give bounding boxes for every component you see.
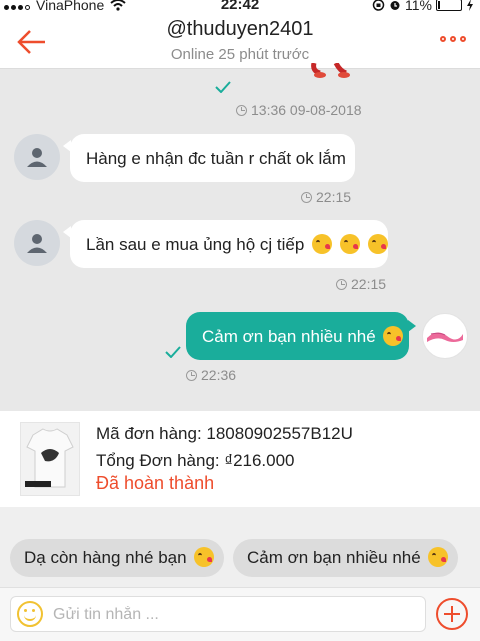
person-icon — [27, 234, 47, 253]
order-total: Tổng Đơn hàng: ₫216.000 — [96, 451, 295, 470]
emoji-picker-icon[interactable] — [17, 601, 43, 627]
message-timestamp: 13:36 09-08-2018 — [236, 102, 362, 118]
quick-reply-chip[interactable]: Dạ còn hàng nhé bạn — [10, 539, 224, 577]
message-input-bar — [0, 587, 480, 641]
message-timestamp: 22:15 — [336, 276, 386, 292]
message-text: Lần sau e mua ủng hộ cj tiếp — [86, 235, 305, 254]
chat-header: @thuduyen2401 Online 25 phút trước — [0, 12, 480, 69]
battery-percent: 11% — [405, 0, 432, 13]
order-product-thumbnail — [20, 422, 80, 496]
user-avatar[interactable] — [14, 220, 60, 266]
sticker-image — [311, 63, 350, 78]
kiss-emoji-icon — [367, 234, 388, 254]
order-status: Đã hoàn thành — [96, 473, 215, 493]
person-icon — [27, 148, 47, 167]
shop-logo-image — [427, 332, 463, 342]
quick-replies-bar: Dạ còn hàng nhé bạn Cảm ơn bạn nhiều nhé — [0, 507, 480, 587]
orientation-lock-icon — [372, 0, 385, 11]
quick-reply-chip[interactable]: Cảm ơn bạn nhiều nhé — [233, 539, 458, 577]
clock-icon — [236, 104, 247, 116]
message-input-box[interactable] — [10, 596, 426, 633]
shop-avatar[interactable] — [422, 313, 468, 359]
kiss-emoji-icon — [428, 547, 449, 567]
add-attachment-icon[interactable] — [436, 598, 468, 630]
chat-messages[interactable]: 13:36 09-08-2018 Hàng e nhận đc tuần r c… — [0, 63, 480, 409]
clock-icon — [336, 278, 347, 290]
order-code: Mã đơn hàng: 18080902557B12U — [96, 424, 353, 443]
battery-icon — [436, 0, 462, 11]
message-text: Hàng e nhận đc tuần r chất ok lắm — [86, 149, 346, 168]
message-timestamp: 22:15 — [301, 189, 351, 205]
read-check-icon — [165, 346, 181, 358]
online-status: Online 25 phút trước — [170, 46, 310, 63]
incoming-message-bubble[interactable]: Lần sau e mua ủng hộ cj tiếp — [63, 220, 388, 268]
clock-icon — [301, 191, 312, 203]
incoming-message-bubble[interactable]: Hàng e nhận đc tuần r chất ok lắm — [63, 134, 355, 182]
kiss-emoji-icon — [383, 326, 404, 346]
outgoing-message-bubble[interactable]: Cảm ơn bạn nhiều nhé — [186, 312, 416, 360]
more-options-icon[interactable] — [440, 36, 466, 42]
alarm-icon — [390, 1, 400, 10]
status-right: 11% — [372, 0, 474, 13]
kiss-emoji-icon — [312, 234, 333, 254]
user-avatar[interactable] — [14, 134, 60, 180]
clock-icon — [186, 369, 197, 381]
status-bar: VinaPhone 22:42 11% — [0, 0, 480, 12]
message-text: Cảm ơn bạn nhiều nhé — [202, 327, 376, 346]
order-card[interactable]: Mã đơn hàng: 18080902557B12U Tổng Đơn hà… — [0, 411, 480, 507]
read-check-icon — [215, 81, 231, 93]
message-timestamp: 22:36 — [186, 367, 236, 383]
charging-icon — [467, 0, 473, 11]
smile-emoji-icon — [194, 547, 215, 567]
message-input[interactable] — [51, 597, 415, 633]
chat-title: @thuduyen2401 — [166, 18, 314, 40]
kiss-emoji-icon — [339, 234, 360, 254]
